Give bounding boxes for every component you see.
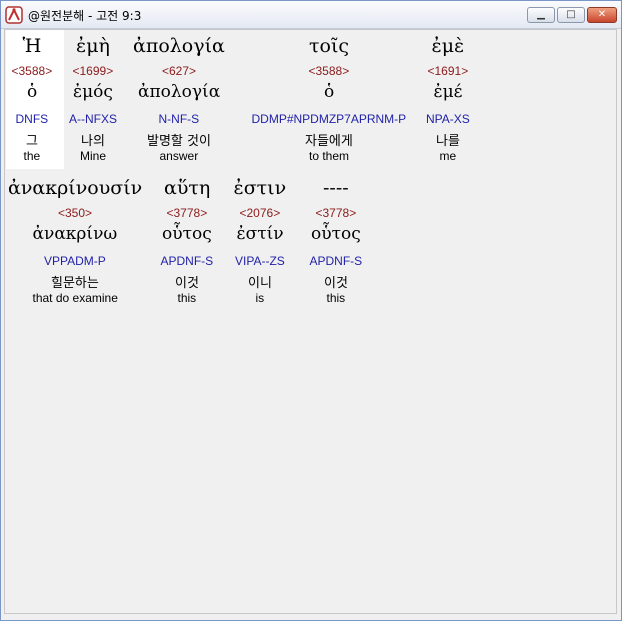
window-title: @원전분해 - 고전 9:3 xyxy=(28,9,142,23)
title-bar[interactable]: @원전분해 - 고전 9:3 ▁ □ ✕ xyxy=(1,1,621,29)
word-3-morph[interactable]: DDMP#NPDMZP7APRNM-P xyxy=(252,112,407,126)
word-4-lemma[interactable]: ἐμέ xyxy=(434,82,463,102)
word-0-morph[interactable]: DNFS xyxy=(16,112,49,126)
word-1-english[interactable]: Mine xyxy=(80,149,106,163)
word-0-lemma[interactable]: ὁ xyxy=(27,82,37,102)
word-7-strong[interactable]: <2076> xyxy=(240,206,281,220)
word-8-lemma[interactable]: οὗτος xyxy=(311,224,361,244)
word-2-lemma[interactable]: ἀπολογία xyxy=(138,82,220,102)
maximize-button[interactable]: □ xyxy=(557,7,585,23)
word-7-english[interactable]: is xyxy=(256,291,265,305)
word-2-english[interactable]: answer xyxy=(160,149,199,163)
word-8-morph[interactable]: APDNF-S xyxy=(310,254,363,268)
word-5-greek[interactable]: ἀνακρίνουσίν xyxy=(8,177,142,199)
word-5-english[interactable]: that do examine xyxy=(33,291,118,305)
word-3-greek[interactable]: τοῖς xyxy=(309,35,349,57)
word-5-strong[interactable]: <350> xyxy=(58,206,92,220)
word-5-lemma[interactable]: ἀνακρίνω xyxy=(33,224,118,244)
word-2-greek[interactable]: ἀπολογία xyxy=(133,35,225,57)
word-5-korean[interactable]: 힐문하는 xyxy=(51,272,99,291)
close-button[interactable]: ✕ xyxy=(587,7,617,23)
word-0-greek[interactable]: Ἡ xyxy=(23,35,42,57)
word-4-korean[interactable]: 나를 xyxy=(436,130,460,149)
word-4-greek[interactable]: ἐμὲ xyxy=(432,35,465,57)
word-0-strong[interactable]: <3588> xyxy=(12,64,53,78)
word-6-korean[interactable]: 이것 xyxy=(175,272,199,291)
word-1-greek[interactable]: ἐμὴ xyxy=(76,35,110,57)
word-1-korean[interactable]: 나의 xyxy=(81,130,105,149)
word-7-morph[interactable]: VIPA--ZS xyxy=(235,254,285,268)
word-4-english[interactable]: me xyxy=(440,149,457,163)
word-8-strong[interactable]: <3778> xyxy=(316,206,357,220)
word-6-strong[interactable]: <3778> xyxy=(167,206,208,220)
word-3-korean[interactable]: 자들에게 xyxy=(305,130,353,149)
word-4-strong[interactable]: <1691> xyxy=(428,64,469,78)
word-7-lemma[interactable]: ἐστίν xyxy=(237,224,284,244)
word-3-strong[interactable]: <3588> xyxy=(309,64,350,78)
word-0-english[interactable]: the xyxy=(24,149,41,163)
word-6-greek[interactable]: αὕτη xyxy=(164,177,210,199)
word-1-lemma[interactable]: ἐμός xyxy=(73,82,113,102)
word-3-lemma[interactable]: ὁ xyxy=(324,82,334,102)
word-7-greek[interactable]: ἐστιν xyxy=(234,177,287,199)
word-6-lemma[interactable]: οὗτος xyxy=(162,224,212,244)
word-6-morph[interactable]: APDNF-S xyxy=(161,254,214,268)
word-7-korean[interactable]: 이니 xyxy=(248,272,272,291)
word-1-strong[interactable]: <1699> xyxy=(73,64,114,78)
word-2-korean[interactable]: 발명할 것이 xyxy=(147,130,211,149)
word-6-english[interactable]: this xyxy=(178,291,197,305)
word-3-english[interactable]: to them xyxy=(309,149,349,163)
compass-icon xyxy=(5,6,23,24)
word-8-korean[interactable]: 이것 xyxy=(324,272,348,291)
word-1-morph[interactable]: A--NFXS xyxy=(69,112,117,126)
word-8-english[interactable]: this xyxy=(327,291,346,305)
minimize-button[interactable]: ▁ xyxy=(527,7,555,23)
word-4-morph[interactable]: NPA-XS xyxy=(426,112,470,126)
word-5-morph[interactable]: VPPADM-P xyxy=(44,254,106,268)
word-2-strong[interactable]: <627> xyxy=(162,64,196,78)
word-0-korean[interactable]: 그 xyxy=(26,130,38,149)
word-2-morph[interactable]: N-NF-S xyxy=(159,112,200,126)
word-8-greek[interactable]: ---- xyxy=(323,177,349,199)
